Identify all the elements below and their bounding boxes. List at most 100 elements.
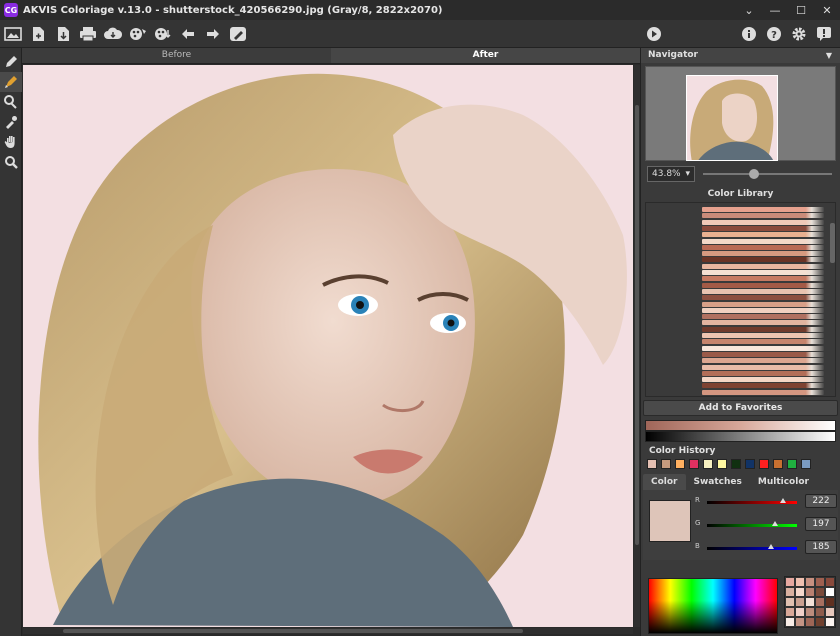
- close-icon[interactable]: ✕: [814, 0, 840, 20]
- navigator-viewport-frame[interactable]: [686, 75, 778, 161]
- history-color-swatch[interactable]: [773, 459, 783, 469]
- palette-swatch[interactable]: [805, 607, 815, 617]
- pencil-swatch[interactable]: [702, 251, 824, 257]
- palette-swatch[interactable]: [825, 587, 835, 597]
- pencil-swatch[interactable]: [702, 288, 824, 294]
- palette-swatch[interactable]: [795, 577, 805, 587]
- chevron-down-icon[interactable]: ⌄: [736, 0, 762, 20]
- home-icon[interactable]: [1, 22, 25, 46]
- horizontal-scrollbar[interactable]: [23, 628, 633, 634]
- r-value-field[interactable]: 222: [805, 494, 837, 508]
- tab-color[interactable]: Color: [643, 474, 686, 490]
- pencil-swatch[interactable]: [702, 213, 824, 219]
- zoom-slider-handle[interactable]: [749, 169, 759, 179]
- palette-swatch[interactable]: [795, 597, 805, 607]
- palette-swatch[interactable]: [825, 597, 835, 607]
- history-color-swatch[interactable]: [759, 459, 769, 469]
- palette-swatch[interactable]: [795, 607, 805, 617]
- history-color-swatch[interactable]: [703, 459, 713, 469]
- redo-icon[interactable]: [201, 22, 225, 46]
- share-cloud-icon[interactable]: [101, 22, 125, 46]
- pencil-swatch[interactable]: [702, 383, 824, 389]
- g-channel[interactable]: G: [695, 519, 797, 531]
- info-icon[interactable]: [737, 22, 761, 46]
- zoom-select[interactable]: 43.8% ▾: [647, 166, 695, 182]
- pencil-swatch[interactable]: [702, 333, 824, 338]
- history-color-swatch[interactable]: [731, 459, 741, 469]
- eraser-icon[interactable]: [0, 92, 22, 112]
- run-icon[interactable]: [642, 22, 666, 46]
- palette-swatch[interactable]: [805, 597, 815, 607]
- mini-palette[interactable]: [784, 576, 836, 628]
- pencil-swatch[interactable]: [702, 282, 824, 288]
- pencil-swatch[interactable]: [702, 270, 824, 275]
- palette-swatch[interactable]: [815, 597, 825, 607]
- pencil-swatch[interactable]: [702, 257, 824, 263]
- history-color-swatch[interactable]: [661, 459, 671, 469]
- color-spectrum-picker[interactable]: [648, 578, 778, 634]
- add-to-favorites-button[interactable]: Add to Favorites: [643, 400, 838, 416]
- pencil-swatch[interactable]: [702, 364, 824, 370]
- history-color-swatch[interactable]: [647, 459, 657, 469]
- zoom-slider[interactable]: [703, 169, 832, 179]
- pencil-swatch[interactable]: [702, 351, 824, 357]
- zoom-icon[interactable]: [0, 152, 22, 172]
- pencil-swatch[interactable]: [702, 370, 824, 376]
- history-color-swatch[interactable]: [675, 459, 685, 469]
- pencil-swatch[interactable]: [702, 219, 824, 225]
- r-channel[interactable]: R: [695, 496, 797, 508]
- palette-swatch[interactable]: [825, 577, 835, 587]
- pencil-swatch[interactable]: [702, 276, 824, 282]
- pencil-swatch[interactable]: [702, 263, 824, 269]
- pencil-swatch[interactable]: [702, 295, 824, 301]
- minimize-icon[interactable]: —: [762, 0, 788, 20]
- pencil-swatch[interactable]: [702, 307, 824, 313]
- navigator-preview[interactable]: [645, 66, 836, 161]
- save-icon[interactable]: [51, 22, 75, 46]
- tab-multicolor[interactable]: Multicolor: [750, 474, 817, 490]
- history-color-swatch[interactable]: [717, 459, 727, 469]
- maximize-icon[interactable]: ☐: [788, 0, 814, 20]
- lightness-gradient-slider[interactable]: [645, 431, 836, 442]
- current-color-swatch[interactable]: [649, 500, 691, 542]
- palette-swatch[interactable]: [785, 597, 795, 607]
- palette-swatch[interactable]: [805, 617, 815, 627]
- pencil-swatch[interactable]: [702, 358, 824, 364]
- colorized-photo[interactable]: [23, 65, 633, 627]
- palette-swatch[interactable]: [805, 577, 815, 587]
- palette-swatch[interactable]: [785, 617, 795, 627]
- pencil-swatch[interactable]: [702, 377, 824, 383]
- notification-icon[interactable]: [812, 22, 836, 46]
- palette-swatch[interactable]: [825, 607, 835, 617]
- eyedropper-icon[interactable]: [0, 112, 22, 132]
- paint-stroke-icon[interactable]: [126, 22, 150, 46]
- pencil-swatch[interactable]: [702, 301, 824, 307]
- pencil-swatch[interactable]: [702, 207, 824, 212]
- pencil-swatch[interactable]: [702, 232, 824, 238]
- hand-icon[interactable]: [0, 132, 22, 152]
- tab-after[interactable]: After: [331, 48, 640, 63]
- palette-swatch[interactable]: [795, 617, 805, 627]
- palette-swatch[interactable]: [815, 617, 825, 627]
- history-color-swatch[interactable]: [801, 459, 811, 469]
- tab-before[interactable]: Before: [22, 48, 331, 63]
- palette-swatch[interactable]: [815, 607, 825, 617]
- settings-icon[interactable]: [787, 22, 811, 46]
- color-library-pencils[interactable]: [645, 202, 836, 397]
- color-brush-icon[interactable]: [0, 72, 22, 92]
- undo-icon[interactable]: [176, 22, 200, 46]
- library-scrollbar[interactable]: [830, 223, 835, 263]
- hue-gradient-slider[interactable]: [645, 420, 836, 431]
- pencil-swatch[interactable]: [702, 320, 824, 326]
- pencil-swatch[interactable]: [702, 389, 824, 395]
- print-icon[interactable]: [76, 22, 100, 46]
- help-icon[interactable]: ?: [762, 22, 786, 46]
- pencil-swatch[interactable]: [702, 339, 824, 345]
- b-channel[interactable]: B: [695, 542, 797, 554]
- palette-swatch[interactable]: [805, 587, 815, 597]
- palette-swatch[interactable]: [815, 587, 825, 597]
- palette-swatch[interactable]: [785, 577, 795, 587]
- tab-swatches[interactable]: Swatches: [686, 474, 750, 490]
- b-value-field[interactable]: 185: [805, 540, 837, 554]
- pencil-icon[interactable]: [0, 52, 22, 72]
